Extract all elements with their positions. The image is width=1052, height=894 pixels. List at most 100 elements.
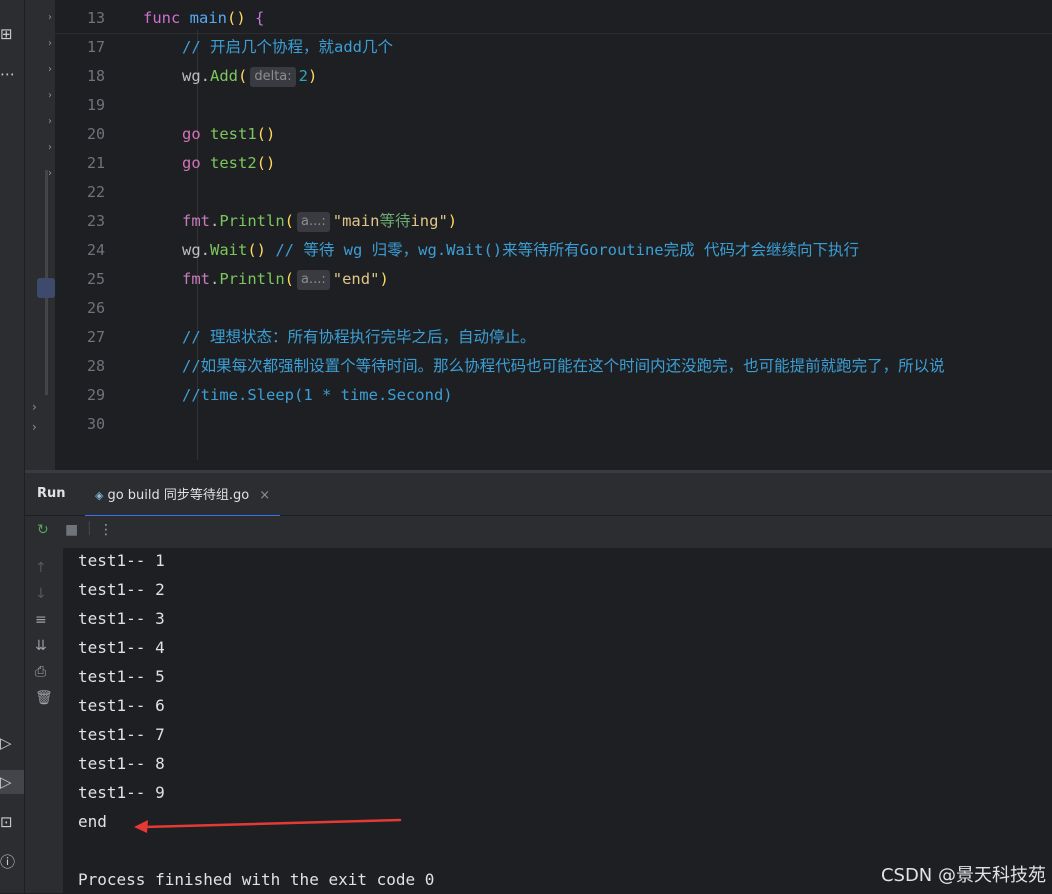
line-number[interactable]: 17 [55, 33, 105, 62]
console-line: test1-- 1 [78, 551, 165, 570]
code-token: test2 [210, 154, 257, 172]
services-icon[interactable]: ▷ [0, 731, 24, 755]
code-token: Add [210, 67, 238, 85]
arrow-shaft [142, 818, 402, 829]
arrow-head [134, 820, 148, 833]
scroll-down-icon[interactable]: ↓ [35, 586, 47, 602]
more-options-icon[interactable]: ⋮ [99, 522, 113, 538]
tab-go-build[interactable]: ◈ go build 同步等待组.go × [85, 479, 281, 517]
line-number[interactable]: 25 [55, 265, 105, 294]
code-token: go [182, 154, 210, 172]
soft-wrap-icon[interactable]: ≡ [35, 612, 47, 628]
line-number[interactable]: 30 [55, 410, 105, 439]
code-line[interactable]: fmt.Println(a...: "end") [182, 265, 389, 294]
code-token: () [227, 9, 255, 27]
tree-chevron-icon[interactable]: › [48, 168, 52, 179]
parameter-hint: a...: [297, 270, 330, 290]
close-icon[interactable]: × [259, 488, 270, 503]
code-token: test1 [210, 125, 257, 143]
code-token: //time.Sleep(1 * time.Second) [182, 386, 453, 404]
tree-chevron-icon[interactable]: › [48, 116, 52, 127]
code-token: // 理想状态：所有协程执行完毕之后，自动停止。 [182, 328, 536, 346]
run-toolbar: ↻ ■ | ⋮ [25, 516, 1052, 548]
code-editor[interactable]: 13 func main() { 17 // 开启几个协程，就add几个 18 wg.Ad… [55, 0, 1052, 470]
line-number[interactable]: 29 [55, 381, 105, 410]
tab-title: go build 同步等待组.go [107, 488, 250, 503]
code-token: 几个 [362, 38, 394, 56]
sticky-line-divider [55, 33, 1052, 34]
tree-expand-icon[interactable]: › [32, 400, 37, 414]
code-token: main [189, 9, 227, 27]
code-line[interactable]: // 理想状态：所有协程执行完毕之后，自动停止。 [182, 323, 536, 352]
tree-chevron-icon[interactable]: › [48, 142, 52, 153]
trash-icon[interactable]: 🗑 [35, 690, 53, 706]
code-token: ) [379, 270, 389, 288]
code-token: fmt [182, 270, 210, 288]
selected-tree-node[interactable] [37, 278, 55, 298]
console-line: test1-- 6 [78, 696, 165, 715]
print-icon[interactable]: ⎙ [35, 664, 46, 680]
code-token: ing" [410, 212, 448, 230]
problems-icon[interactable]: ⓘ [0, 850, 24, 874]
project-tree-panel: › › › › › › › › › [25, 0, 55, 470]
terminal-icon[interactable]: ⊡ [0, 810, 24, 834]
code-token: Wait [210, 241, 248, 259]
line-number[interactable]: 26 [55, 294, 105, 323]
code-line[interactable]: wg.Add(delta: 2) [182, 62, 317, 91]
scroll-up-icon[interactable]: ↑ [35, 560, 47, 576]
code-token: // 开启几个协程，就 [182, 38, 334, 56]
code-line[interactable]: //如果每次都强制设置个等待时间。那么协程代码也可能在这个时间内还没跑完，也可能… [182, 352, 945, 381]
toolbar-separator: | [87, 520, 92, 536]
code-token: ( [284, 212, 295, 230]
code-line[interactable]: wg.Wait() // 等待 wg 归零，wg.Wait()来等待所有Goro… [182, 236, 859, 265]
tree-chevron-icon[interactable]: › [48, 38, 52, 49]
code-token: func [143, 9, 190, 27]
code-line[interactable]: // 开启几个协程，就add几个 [182, 33, 393, 62]
tree-expand-icon[interactable]: › [32, 420, 37, 434]
line-number[interactable]: 20 [55, 120, 105, 149]
line-number[interactable]: 23 [55, 207, 105, 236]
line-number[interactable]: 28 [55, 352, 105, 381]
code-line[interactable]: go test1() [182, 120, 275, 149]
line-number[interactable]: 27 [55, 323, 105, 352]
annotation-arrow [134, 818, 402, 833]
code-token: () [256, 125, 276, 143]
code-token: fmt [182, 212, 210, 230]
rerun-icon[interactable]: ↻ [37, 522, 49, 538]
code-token: add [334, 38, 362, 56]
console-line: end [78, 812, 107, 831]
code-token: 等待 [379, 212, 411, 230]
code-token: ( [238, 67, 248, 85]
structure-icon[interactable]: ⊞ [0, 22, 24, 46]
parameter-hint: delta: [250, 67, 296, 87]
line-number[interactable]: 13 [55, 4, 105, 33]
tool-window-strip: ⊞ ⋯ ▷ ▷ ⊡ ⓘ [0, 0, 25, 893]
console-line: test1-- 9 [78, 783, 165, 802]
code-line[interactable]: func main() { [143, 4, 264, 33]
more-tools-icon[interactable]: ⋯ [0, 62, 24, 86]
code-token: "main [332, 212, 380, 230]
code-token: () [256, 154, 276, 172]
code-token: 2 [298, 67, 308, 85]
console-line: Process finished with the exit code 0 [78, 870, 435, 889]
code-token: go [182, 125, 210, 143]
run-tool-icon[interactable]: ▷ [0, 770, 24, 794]
line-number[interactable]: 24 [55, 236, 105, 265]
line-number[interactable]: 19 [55, 91, 105, 120]
code-line[interactable]: //time.Sleep(1 * time.Second) [182, 381, 453, 410]
go-file-icon: ◈ [95, 489, 104, 502]
code-line[interactable]: fmt.Println(a...: "main等待ing") [182, 207, 457, 236]
console-side-toolbar: ↑ ↓ ≡ ⇊ ⎙ 🗑 [25, 548, 63, 893]
line-number[interactable]: 18 [55, 62, 105, 91]
tree-chevron-icon[interactable]: › [48, 64, 52, 75]
line-number[interactable]: 21 [55, 149, 105, 178]
stop-icon[interactable]: ■ [65, 522, 78, 538]
tree-chevron-icon[interactable]: › [48, 90, 52, 101]
code-token: Println [219, 212, 285, 230]
code-line[interactable]: go test2() [182, 149, 275, 178]
scroll-to-end-icon[interactable]: ⇊ [35, 638, 47, 654]
code-token: "end" [332, 270, 380, 288]
line-number[interactable]: 22 [55, 178, 105, 207]
console-output[interactable]: test1-- 1 test1-- 2 test1-- 3 test1-- 4 test… [63, 548, 1052, 893]
tree-chevron-icon[interactable]: › [48, 12, 52, 23]
